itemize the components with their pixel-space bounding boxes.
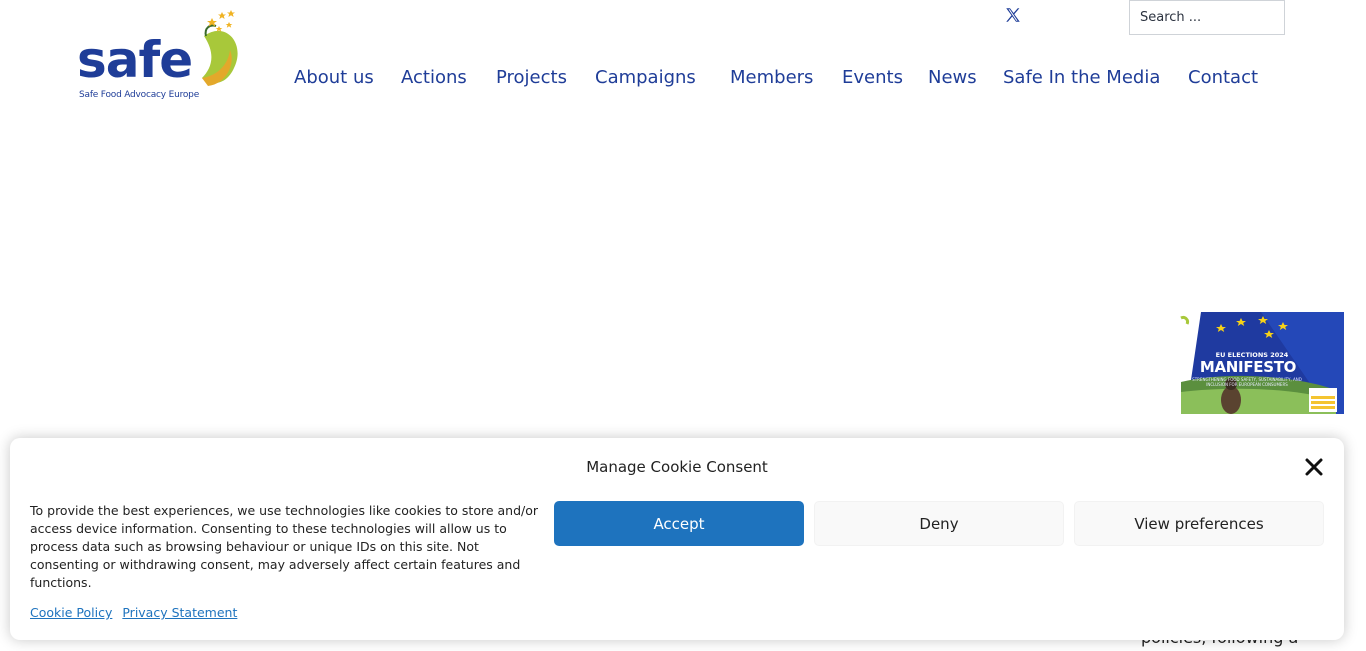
cookie-policy-link[interactable]: Cookie Policy [30, 605, 112, 620]
nav-item-members[interactable]: Members [730, 66, 813, 90]
nav-item-contact[interactable]: Contact [1188, 66, 1258, 90]
x-twitter-icon[interactable] [1004, 6, 1022, 24]
cookie-links: Cookie Policy Privacy Statement [30, 605, 237, 620]
nav-item-about-us[interactable]: About us [294, 66, 374, 90]
cookie-consent-dialog: Manage Cookie Consent To provide the bes… [10, 438, 1344, 640]
site-logo[interactable]: safe Safe Food Advocacy Europe [76, 6, 242, 104]
nav-item-safe-in-the-media[interactable]: Safe In the Media [1003, 66, 1160, 90]
view-preferences-button[interactable]: View preferences [1074, 501, 1324, 546]
logo-wordmark: safe [77, 31, 193, 89]
search-input[interactable] [1129, 0, 1285, 35]
banner-logo: safe [1149, 330, 1180, 345]
manifesto-banner[interactable]: safe EU ELECTIONS 2024 MANIFESTO STRENGT… [1141, 312, 1344, 414]
nav-item-news[interactable]: News [928, 66, 977, 90]
banner-description: STRENGTHENING FOOD SAFETY, SUSTAINABILIT… [1192, 377, 1302, 387]
nav-item-projects[interactable]: Projects [496, 66, 567, 90]
cookie-message: To provide the best experiences, we use … [30, 503, 539, 590]
nav-item-actions[interactable]: Actions [401, 66, 467, 90]
close-icon[interactable] [1304, 457, 1324, 477]
nav-item-events[interactable]: Events [842, 66, 903, 90]
accept-button[interactable]: Accept [554, 501, 804, 546]
logo-tagline: Safe Food Advocacy Europe [79, 90, 200, 100]
cookie-title: Manage Cookie Consent [586, 458, 768, 476]
nav-item-campaigns[interactable]: Campaigns [595, 66, 696, 90]
banner-title: MANIFESTO [1199, 358, 1297, 376]
deny-button[interactable]: Deny [814, 501, 1064, 546]
privacy-statement-link[interactable]: Privacy Statement [122, 605, 237, 620]
